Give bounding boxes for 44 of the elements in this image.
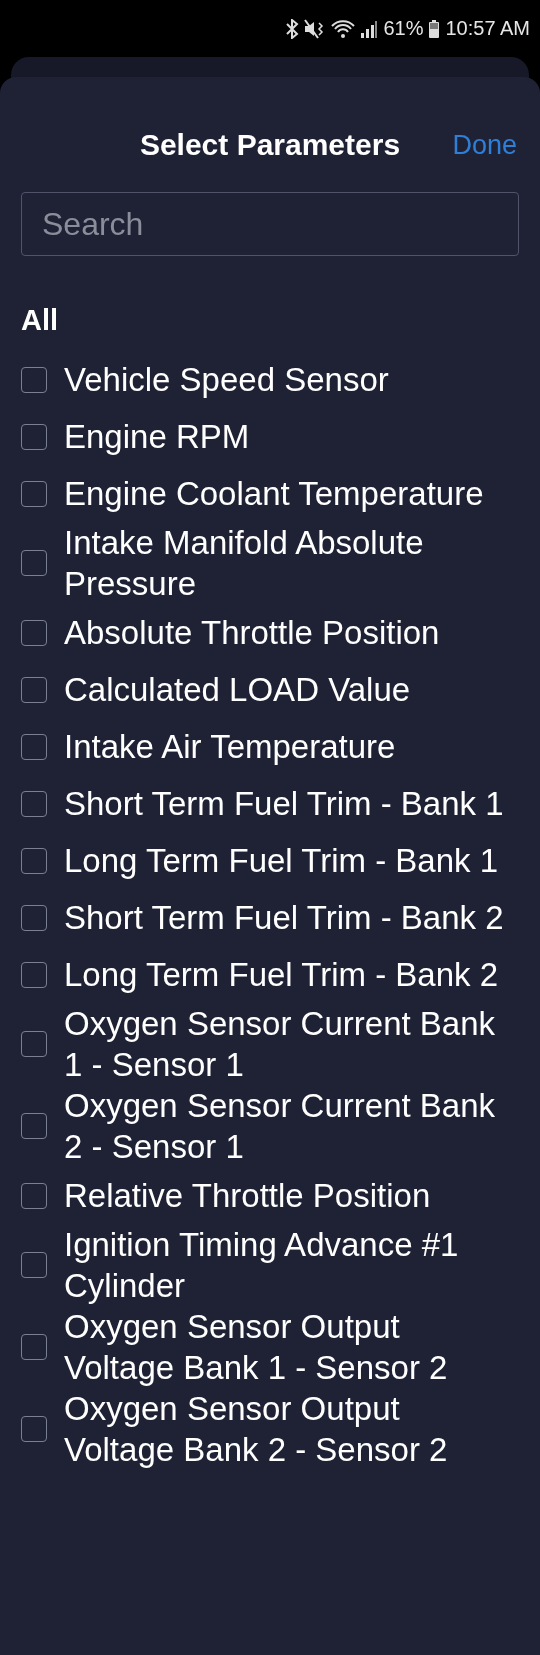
checkbox[interactable] xyxy=(21,423,47,450)
checkbox[interactable] xyxy=(21,1416,47,1442)
parameter-label[interactable]: Oxygen Sensor Current Bank 1 - Sensor 1 xyxy=(64,1003,509,1085)
parameter-label[interactable]: Oxygen Sensor Output Voltage Bank 1 - Sensor 2 xyxy=(64,1306,509,1388)
checkbox[interactable] xyxy=(21,550,47,576)
clock-time: 10:57 AM xyxy=(445,17,530,40)
wifi-icon xyxy=(331,18,356,39)
sheet-title: Select Parameters xyxy=(139,127,401,162)
search-field[interactable]: Search xyxy=(21,192,519,256)
checkbox[interactable] xyxy=(21,961,47,988)
checkbox[interactable] xyxy=(21,676,47,703)
checkbox[interactable] xyxy=(21,847,47,874)
checkbox[interactable] xyxy=(21,480,47,507)
parameter-label[interactable]: Calculated LOAD Value xyxy=(64,669,411,710)
checkbox[interactable] xyxy=(21,1252,47,1278)
parameter-label[interactable]: Long Term Fuel Trim - Bank 1 xyxy=(64,840,499,881)
parameter-label[interactable]: Oxygen Sensor Current Bank 2 - Sensor 1 xyxy=(64,1085,509,1167)
parameter-label[interactable]: Short Term Fuel Trim - Bank 2 xyxy=(64,897,504,938)
checkbox[interactable] xyxy=(21,366,47,393)
checkbox[interactable] xyxy=(21,1031,47,1057)
parameter-label[interactable]: Ignition Timing Advance #1 Cylinder xyxy=(64,1224,509,1306)
checkbox[interactable] xyxy=(21,619,47,646)
parameter-label[interactable]: Intake Manifold Absolute Pressure xyxy=(64,522,509,604)
parameter-label[interactable]: Absolute Throttle Position xyxy=(64,612,440,653)
parameter-label[interactable]: Vehicle Speed Sensor xyxy=(64,359,389,400)
parameter-label[interactable]: Short Term Fuel Trim - Bank 1 xyxy=(64,783,504,824)
checkbox[interactable] xyxy=(21,1334,47,1360)
parameter-label[interactable]: Relative Throttle Position xyxy=(64,1175,431,1216)
done-button[interactable]: Done xyxy=(450,129,519,160)
parameter-label[interactable]: Oxygen Sensor Output Voltage Bank 2 - Sensor 2 xyxy=(64,1388,509,1470)
checkbox[interactable] xyxy=(21,1113,47,1139)
section-heading: All xyxy=(21,304,59,337)
parameter-label[interactable]: Engine Coolant Temperature xyxy=(64,473,484,514)
bluetooth-icon xyxy=(285,18,300,39)
checkbox[interactable] xyxy=(21,1182,47,1209)
battery-percent: 61% xyxy=(383,17,424,40)
checkbox[interactable] xyxy=(21,904,47,931)
parameter-label[interactable]: Intake Air Temperature xyxy=(64,726,396,767)
checkbox[interactable] xyxy=(21,733,47,760)
parameter-label[interactable]: Long Term Fuel Trim - Bank 2 xyxy=(64,954,499,995)
battery-icon xyxy=(428,18,441,39)
signal-icon xyxy=(360,18,379,39)
checkbox[interactable] xyxy=(21,790,47,817)
parameter-label[interactable]: Engine RPM xyxy=(64,416,250,457)
